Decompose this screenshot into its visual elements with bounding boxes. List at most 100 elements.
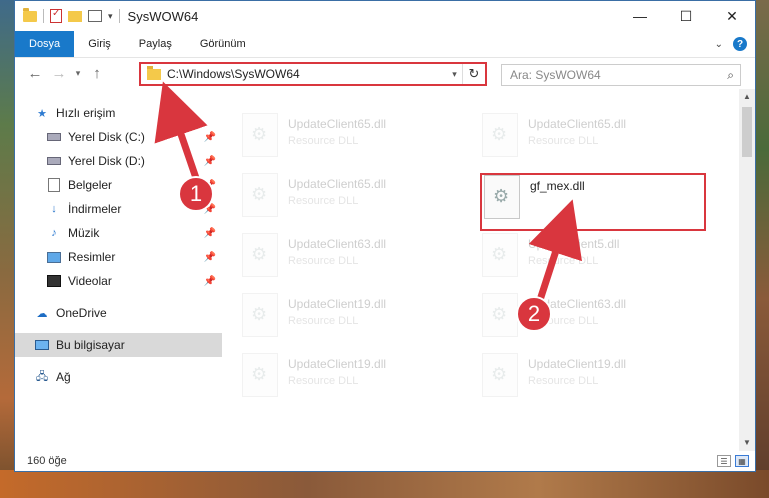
- sidebar-item-onedrive[interactable]: ☁ OneDrive: [15, 301, 222, 325]
- file-type: Resource DLL: [528, 375, 599, 387]
- step-marker-1: 1: [178, 176, 214, 212]
- drive-icon: [47, 154, 61, 168]
- file-list: UpdateClient65.dll Resource DLL UpdateCl…: [222, 89, 755, 451]
- properties-icon[interactable]: [50, 8, 62, 23]
- search-box[interactable]: Ara: SysWOW64 ⌕: [501, 64, 741, 86]
- file-item[interactable]: UpdateClient65.dll Resource DLL: [482, 113, 702, 165]
- dll-file-icon: [242, 173, 278, 217]
- folder-icon: [23, 7, 37, 22]
- file-name: UpdateClient65.dll: [528, 117, 627, 131]
- scroll-up-button[interactable]: ▲: [739, 89, 755, 105]
- dll-file-icon: [482, 293, 518, 337]
- forward-button[interactable]: →: [47, 65, 71, 82]
- computer-icon: [35, 338, 49, 352]
- tab-share[interactable]: Paylaş: [125, 31, 186, 57]
- up-button[interactable]: ↑: [85, 65, 109, 82]
- item-count: 160 öğe: [27, 455, 67, 467]
- navigation-pane: ★ Hızlı erişim Yerel Disk (C:) 📌 Yerel D…: [15, 89, 222, 451]
- explorer-window: ▾ SysWOW64 — ☐ ✕ Dosya Giriş Paylaş Görü…: [14, 0, 756, 472]
- maximize-button[interactable]: ☐: [663, 1, 709, 31]
- sidebar-item-label: OneDrive: [56, 306, 107, 320]
- downloads-icon: ↓: [51, 203, 57, 215]
- dll-file-icon: [482, 353, 518, 397]
- title-bar: ▾ SysWOW64 — ☐ ✕: [15, 1, 755, 31]
- back-button[interactable]: ←: [23, 65, 47, 82]
- window-title: SysWOW64: [127, 8, 199, 24]
- sidebar-item-label: Ağ: [56, 370, 71, 384]
- help-icon[interactable]: ?: [733, 37, 747, 51]
- network-icon: 🖧: [35, 370, 49, 383]
- dll-file-icon: [242, 353, 278, 397]
- file-item[interactable]: UpdateClient19.dll Resource DLL: [242, 353, 462, 405]
- search-placeholder[interactable]: Ara: SysWOW64: [510, 68, 601, 82]
- minimize-button[interactable]: —: [617, 1, 663, 31]
- main-area: ★ Hızlı erişim Yerel Disk (C:) 📌 Yerel D…: [15, 89, 755, 451]
- file-item[interactable]: UpdateClient19.dll Resource DLL: [242, 293, 462, 345]
- highlight-box: [480, 173, 706, 231]
- folder-icon: [147, 65, 161, 80]
- dll-file-icon: [482, 233, 518, 277]
- desktop-background-bottom: [0, 470, 769, 498]
- scrollbar-thumb[interactable]: [742, 107, 752, 157]
- search-icon[interactable]: ⌕: [727, 68, 734, 83]
- chevron-down-icon[interactable]: ▾: [108, 11, 113, 22]
- desktop-background-right: [755, 0, 769, 498]
- file-name: UpdateClient65.dll: [288, 117, 387, 131]
- sidebar-item-label: Resimler: [68, 250, 116, 264]
- window-controls: — ☐ ✕: [617, 1, 755, 31]
- scroll-down-button[interactable]: ▼: [739, 435, 755, 451]
- sidebar-item-label: Belgeler: [68, 178, 113, 192]
- file-type: Resource DLL: [288, 315, 359, 327]
- file-name: UpdateClient19.dll: [288, 297, 387, 311]
- file-item[interactable]: UpdateClient65.dll Resource DLL: [242, 173, 462, 225]
- file-item[interactable]: UpdateClient63.dll Resource DLL: [242, 233, 462, 285]
- file-name: UpdateClient19.dll: [288, 357, 387, 371]
- file-type: Resource DLL: [288, 135, 359, 147]
- tab-file[interactable]: Dosya: [15, 31, 75, 57]
- sidebar-item-music[interactable]: ♪ Müzik 📌: [15, 221, 222, 245]
- dll-file-icon: [242, 113, 278, 157]
- file-type: Resource DLL: [288, 375, 359, 387]
- ribbon-right-controls: ⌄ ?: [715, 31, 755, 57]
- status-bar: 160 öğe ☰ ▦: [15, 451, 755, 471]
- tiles-view-icon[interactable]: ▦: [735, 455, 749, 467]
- drive-icon: [47, 130, 61, 144]
- sidebar-item-pictures[interactable]: Resimler 📌: [15, 245, 222, 269]
- sidebar-item-quick-access[interactable]: ★ Hızlı erişim: [15, 101, 222, 125]
- file-item[interactable]: UpdateClient5.dll Resource DLL: [482, 233, 702, 285]
- sidebar-item-local-disk-d[interactable]: Yerel Disk (D:) 📌: [15, 149, 222, 173]
- file-name: UpdateClient19.dll: [528, 357, 627, 371]
- cloud-icon: ☁: [36, 307, 48, 320]
- toolbar-divider: [43, 9, 44, 23]
- file-item[interactable]: UpdateClient19.dll Resource DLL: [482, 353, 702, 405]
- pin-icon: 📌: [203, 131, 216, 143]
- sidebar-item-label: Yerel Disk (D:): [68, 154, 145, 168]
- vertical-scrollbar[interactable]: ▲ ▼: [739, 89, 755, 451]
- recent-locations-button[interactable]: ▾: [71, 68, 85, 79]
- sidebar-item-this-pc[interactable]: Bu bilgisayar: [15, 333, 222, 357]
- file-item[interactable]: UpdateClient65.dll Resource DLL: [242, 113, 462, 165]
- file-type: Resource DLL: [288, 255, 359, 267]
- file-type: Resource DLL: [288, 195, 359, 207]
- refresh-button[interactable]: ↻: [463, 66, 485, 82]
- file-item[interactable]: UpdateClient63.dll Resource DLL: [482, 293, 702, 345]
- tab-view[interactable]: Görünüm: [186, 31, 260, 57]
- pin-icon: 📌: [203, 275, 216, 287]
- view-switcher: ☰ ▦: [717, 455, 749, 467]
- sidebar-item-local-disk-c[interactable]: Yerel Disk (C:) 📌: [15, 125, 222, 149]
- expand-ribbon-icon[interactable]: ⌄: [715, 39, 723, 50]
- tab-home[interactable]: Giriş: [74, 31, 125, 57]
- details-view-icon[interactable]: ☰: [717, 455, 731, 467]
- address-bar[interactable]: C:\Windows\SysWOW64 ▾ ↻: [139, 62, 487, 86]
- new-folder-icon[interactable]: [68, 10, 82, 22]
- customize-icon[interactable]: [88, 10, 102, 22]
- sidebar-item-network[interactable]: 🖧 Ağ: [15, 365, 222, 389]
- address-path[interactable]: C:\Windows\SysWOW64: [167, 67, 300, 81]
- music-icon: ♪: [51, 227, 57, 239]
- sidebar-item-label: Yerel Disk (C:): [68, 130, 145, 144]
- sidebar-item-videos[interactable]: Videolar 📌: [15, 269, 222, 293]
- file-name: UpdateClient5.dll: [528, 237, 620, 251]
- sidebar-item-label: Müzik: [68, 226, 100, 240]
- address-dropdown-button[interactable]: ▾: [447, 64, 463, 84]
- close-button[interactable]: ✕: [709, 1, 755, 31]
